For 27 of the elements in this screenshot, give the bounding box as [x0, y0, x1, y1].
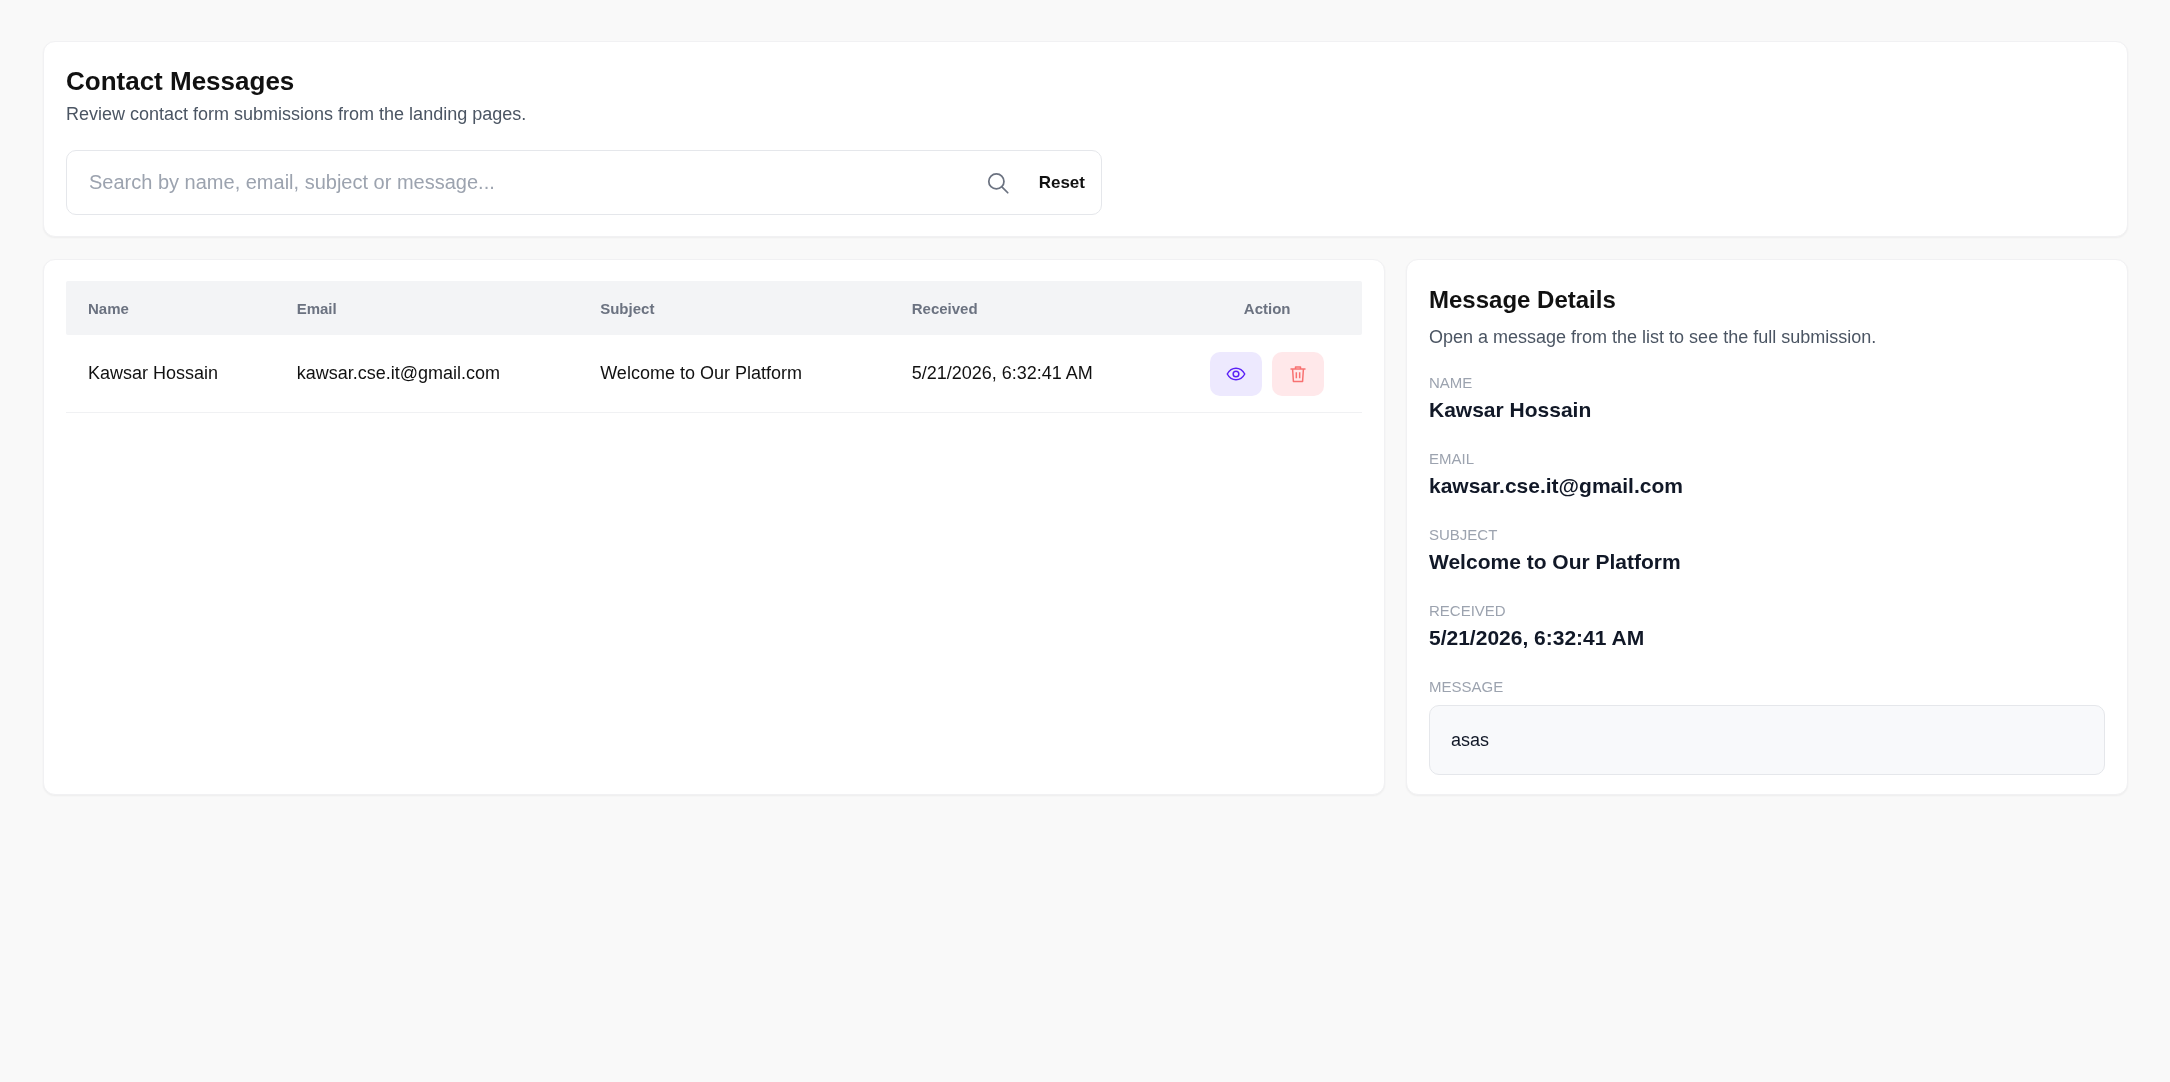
field-label: MESSAGE [1429, 677, 1505, 697]
column-header: Subject [599, 299, 656, 317]
page-subtitle: Review contact form submissions from the landing pages. [66, 103, 528, 126]
field-value: kawsar.cse.it@gmail.com [1429, 473, 1684, 499]
column-header: Action [1242, 299, 1292, 317]
field-value: 5/21/2026, 6:32:41 AM [1429, 625, 1646, 651]
trash-icon [1288, 363, 1309, 384]
details-subtitle: Open a message from the list to see the full submission. [1429, 326, 1878, 349]
field-value: Welcome to Our Platform [1429, 549, 1682, 575]
table-cell-text: Welcome to Our Platform [599, 363, 803, 384]
field-label: NAME [1429, 373, 1474, 393]
reset-button[interactable]: Reset [1038, 166, 1085, 199]
field-value: Kawsar Hossain [1429, 397, 1593, 423]
column-header: Name [87, 299, 130, 317]
search-field[interactable]: Search by name, email, subject or message... Reset [66, 150, 1102, 215]
details-title: Message Details [1429, 285, 1617, 315]
column-header: Email [295, 299, 338, 317]
view-button[interactable] [1210, 351, 1263, 396]
table-cell-text: Kawsar Hossain [87, 363, 220, 384]
field-label: EMAIL [1429, 449, 1475, 469]
table-cell-text: kawsar.cse.it@gmail.com [295, 363, 501, 384]
column-header: Received [910, 299, 979, 317]
field-label: SUBJECT [1429, 525, 1499, 545]
table-cell-text: 5/21/2026, 6:32:41 AM [910, 363, 1094, 384]
page-title: Contact Messages [66, 65, 296, 98]
message-box: asas [1429, 705, 2105, 775]
field-label: RECEIVED [1429, 601, 1507, 621]
